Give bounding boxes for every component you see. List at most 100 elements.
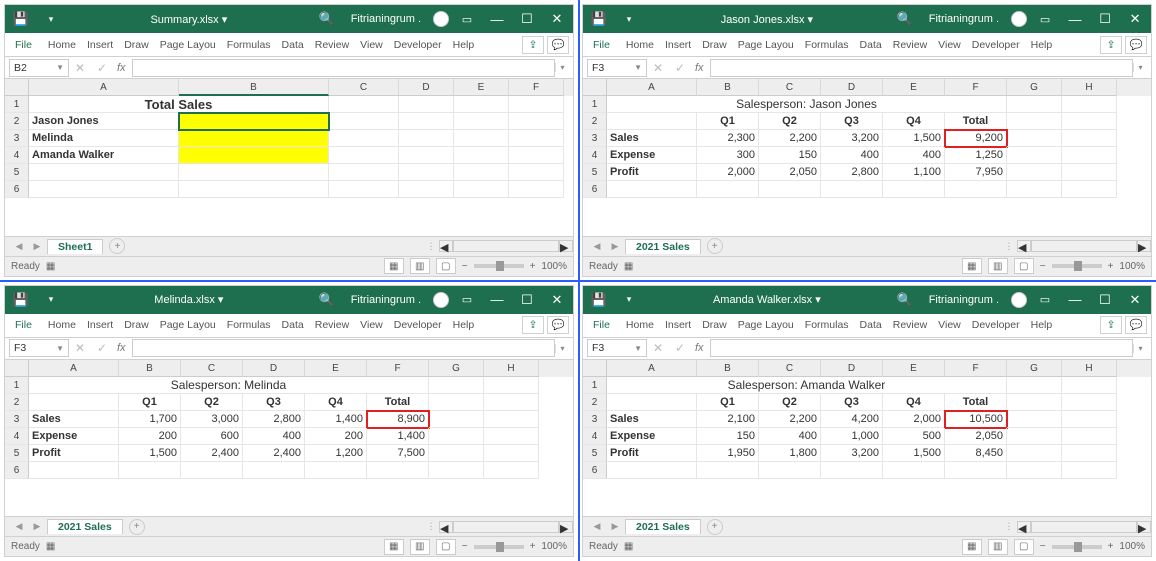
tab-developer[interactable]: Developer [967,36,1025,54]
tab-file[interactable]: File [9,36,42,54]
cell[interactable]: 1,500 [883,445,945,462]
comments-icon[interactable]: 💬 [1125,316,1147,334]
view-layout-icon[interactable]: ▥ [988,258,1008,274]
zoom-slider[interactable] [1052,264,1102,268]
tab-pagelayout[interactable]: Page Layou [155,36,221,54]
enter-fx-icon[interactable]: ✓ [91,61,113,75]
cell-A2[interactable]: Jason Jones [29,113,179,130]
hdr-q1[interactable]: Q1 [119,394,181,411]
ribbon-mode-icon[interactable]: ▭ [1033,8,1057,30]
hdr-q3[interactable]: Q3 [821,394,883,411]
view-pagebreak-icon[interactable]: ▢ [1014,539,1034,555]
qat-dropdown-icon[interactable]: ▾ [39,289,63,311]
col-header[interactable]: F [945,360,1007,377]
col-header[interactable]: B [179,79,329,96]
col-header[interactable]: D [821,79,883,96]
maximize-icon[interactable]: ☐ [515,8,539,30]
name-box[interactable]: F3▼ [587,59,647,77]
formula-input[interactable] [710,59,1133,77]
col-header[interactable]: D [399,79,454,96]
row-header[interactable]: 4 [5,147,29,164]
tab-formulas[interactable]: Formulas [800,36,854,54]
cell[interactable]: 7,950 [945,164,1007,181]
row-header[interactable]: 3 [5,130,29,147]
tab-nav-prev-icon[interactable]: ◀ [11,241,27,252]
cell[interactable]: 2,400 [181,445,243,462]
row-header[interactable]: 4 [583,147,607,164]
col-header[interactable]: A [607,79,697,96]
qat-dropdown-icon[interactable]: ▾ [39,8,63,30]
chevron-down-icon[interactable]: ▼ [56,344,64,353]
add-sheet-icon[interactable]: + [707,238,723,254]
qat-dropdown-icon[interactable]: ▾ [617,289,641,311]
col-header[interactable]: G [1007,79,1062,96]
cell[interactable]: 2,050 [759,164,821,181]
tab-home[interactable]: Home [43,316,81,334]
cell[interactable]: 4,200 [821,411,883,428]
grid[interactable]: A B C D E F G H 1 Salesperson: Melinda 2… [5,360,573,517]
tab-nav-prev-icon[interactable]: ◀ [11,521,27,532]
row-header[interactable]: 6 [583,462,607,479]
zoom-out-icon[interactable]: − [462,261,468,272]
view-pagebreak-icon[interactable]: ▢ [436,539,456,555]
cell[interactable]: 2,200 [759,411,821,428]
grid[interactable]: A B C D E F G H 1 Salesperson: Amanda Wa… [583,360,1151,517]
zoom-in-icon[interactable]: + [1108,541,1114,552]
row-header[interactable]: 1 [5,96,29,113]
row-expense[interactable]: Expense [607,147,697,164]
tab-pagelayout[interactable]: Page Layou [733,36,799,54]
cell-total-sales[interactable]: 10,500 [945,411,1007,428]
maximize-icon[interactable]: ☐ [1093,289,1117,311]
enter-fx-icon[interactable]: ✓ [669,341,691,355]
tab-formulas[interactable]: Formulas [800,316,854,334]
cell[interactable]: 1,400 [367,428,429,445]
search-icon[interactable]: 🔍 [893,8,917,30]
col-header[interactable]: B [697,79,759,96]
tab-file[interactable]: File [587,316,620,334]
scroll-left-icon[interactable]: ◀ [439,521,453,533]
macro-icon[interactable]: ▦ [46,541,55,552]
hdr-q4[interactable]: Q4 [883,113,945,130]
col-header[interactable]: F [367,360,429,377]
zoom-in-icon[interactable]: + [1108,261,1114,272]
ribbon-mode-icon[interactable]: ▭ [455,289,479,311]
close-icon[interactable]: ✕ [1123,289,1147,311]
hdr-total[interactable]: Total [945,113,1007,130]
row-header[interactable]: 4 [5,428,29,445]
cell[interactable]: 1,950 [697,445,759,462]
cell[interactable]: 8,450 [945,445,1007,462]
cancel-fx-icon[interactable]: ✕ [69,61,91,75]
col-header[interactable]: C [181,360,243,377]
row-header[interactable]: 6 [5,181,29,198]
chevron-down-icon[interactable]: ▼ [634,344,642,353]
col-header[interactable]: A [29,79,179,96]
hdr-total[interactable]: Total [367,394,429,411]
title-cell[interactable]: Salesperson: Melinda [29,377,429,394]
formula-input[interactable] [710,339,1133,357]
row-header[interactable]: 2 [5,113,29,130]
hscrollbar[interactable] [453,521,559,533]
cell[interactable]: 300 [697,147,759,164]
tab-help[interactable]: Help [448,316,480,334]
tab-view[interactable]: View [933,36,966,54]
enter-fx-icon[interactable]: ✓ [669,61,691,75]
grid[interactable]: A B C D E F 1 Total Sales 2 Jason Jones … [5,79,573,236]
tab-pagelayout[interactable]: Page Layou [733,316,799,334]
tab-insert[interactable]: Insert [82,316,118,334]
cell[interactable]: 2,000 [697,164,759,181]
fx-label[interactable]: fx [113,62,130,74]
cell[interactable]: 400 [883,147,945,164]
file-name[interactable]: Summary.xlsx ▾ [142,13,235,26]
zoom-level[interactable]: 100% [541,261,567,272]
row-header[interactable]: 1 [583,96,607,113]
hdr-q4[interactable]: Q4 [883,394,945,411]
tab-insert[interactable]: Insert [660,36,696,54]
cell-B2-active[interactable] [179,113,329,130]
fx-label[interactable]: fx [113,342,130,354]
tab-data[interactable]: Data [855,316,887,334]
cell[interactable]: 3,000 [181,411,243,428]
sheet-tab[interactable]: Sheet1 [47,239,103,254]
cell[interactable]: 400 [821,147,883,164]
title-cell[interactable]: Total Sales [29,96,329,113]
tab-review[interactable]: Review [310,316,354,334]
